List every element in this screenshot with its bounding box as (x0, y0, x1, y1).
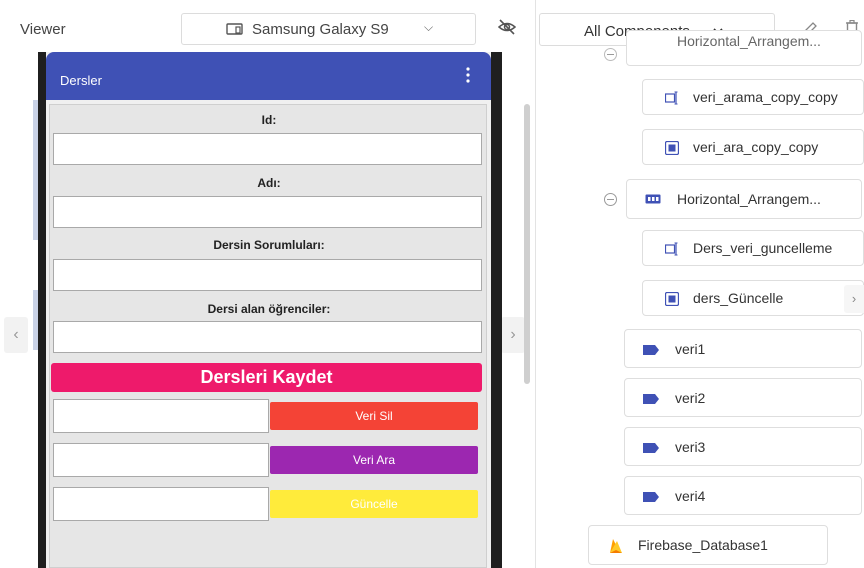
tree-item-label-component[interactable]: veri2 (624, 378, 862, 417)
tree-item-label: ders_Güncelle (693, 290, 784, 306)
tree-item-label: veri3 (675, 439, 706, 455)
responsible-input[interactable] (53, 259, 482, 291)
update-row: Güncelle (50, 485, 482, 523)
firebase-icon (610, 539, 622, 553)
name-input[interactable] (53, 196, 482, 228)
tree-item-label: Firebase_Database1 (638, 537, 768, 553)
button-icon (665, 141, 679, 155)
search-button[interactable]: Veri Ara (270, 446, 478, 474)
viewer-scrollbar[interactable] (524, 104, 530, 384)
collapse-icon[interactable] (604, 48, 617, 61)
tree-item-label: veri_ara_copy_copy (693, 139, 819, 155)
id-input[interactable] (53, 133, 482, 165)
tree-item-label-component[interactable]: veri3 (624, 427, 862, 466)
chevron-right-icon[interactable]: › (844, 285, 864, 313)
collapse-icon[interactable] (604, 193, 617, 206)
save-courses-button[interactable]: Dersleri Kaydet (51, 363, 482, 392)
tree-item-textbox[interactable]: veri_arama_copy_copy (642, 79, 864, 115)
screen-title: Dersler (60, 73, 102, 88)
label-icon (643, 443, 659, 453)
delete-row: Veri Sil (50, 397, 482, 435)
tree-item-label: Horizontal_Arrangem... (677, 191, 821, 207)
update-button[interactable]: Güncelle (270, 490, 478, 518)
label-icon (643, 345, 659, 355)
search-id-input[interactable] (53, 443, 269, 477)
device-name: Samsung Galaxy S9 (252, 21, 389, 38)
button-icon (665, 292, 679, 306)
name-label: Adı: (257, 176, 281, 190)
app-bar: Dersler (46, 52, 491, 100)
responsible-label: Dersin Sorumluları: (213, 238, 325, 252)
previous-screen-button[interactable]: ‹ (4, 317, 28, 353)
tree-item-label: Horizontal_Arrangem... (677, 33, 821, 49)
phone-screen: Dersler Id: Adı: Dersin Sorumluları: Der… (46, 52, 491, 568)
overflow-menu-icon[interactable] (466, 67, 470, 83)
tree-item-label: veri_arama_copy_copy (693, 89, 838, 105)
device-dropdown[interactable]: Samsung Galaxy S9 ⌵ (181, 13, 476, 45)
label-icon (643, 492, 659, 502)
search-row: Veri Ara (50, 441, 482, 479)
label-icon (643, 394, 659, 404)
tree-item-label-component[interactable]: veri4 (624, 476, 862, 515)
students-label: Dersi alan öğrenciler: (207, 302, 331, 316)
tree-item-horizontal-arrangement[interactable]: Horizontal_Arrangem... (626, 179, 862, 219)
tree-item-firebase[interactable]: Firebase_Database1 (588, 525, 828, 565)
delete-button[interactable]: Veri Sil (270, 402, 478, 430)
panel-divider (535, 0, 536, 568)
tree-item-label: Ders_veri_guncelleme (693, 240, 833, 256)
tree-item-horizontal-arrangement[interactable]: Horizontal_Arrangem... (626, 30, 862, 66)
chevron-down-icon: ⌵ (424, 20, 434, 34)
next-screen-button[interactable]: › (501, 317, 525, 353)
tree-item-label: veri4 (675, 488, 706, 504)
tree-item-button[interactable]: ders_Güncelle (642, 280, 864, 316)
viewer-title: Viewer (20, 21, 66, 38)
students-input[interactable] (53, 321, 482, 353)
update-id-input[interactable] (53, 487, 269, 521)
textbox-icon (665, 242, 678, 256)
horizontal-arrangement-icon (645, 194, 661, 204)
tree-item-label: veri1 (675, 341, 706, 357)
tree-item-button[interactable]: veri_ara_copy_copy (642, 129, 864, 165)
textbox-icon (665, 91, 678, 105)
tree-item-label-component[interactable]: veri1 (624, 329, 862, 368)
tablet-icon (226, 23, 243, 35)
id-label: Id: (261, 113, 277, 127)
tree-item-label: veri2 (675, 390, 706, 406)
tree-item-textbox[interactable]: Ders_veri_guncelleme (642, 230, 864, 266)
form-arrangement: Id: Adı: Dersin Sorumluları: Dersi alan … (49, 104, 487, 568)
eye-off-icon[interactable] (498, 19, 516, 35)
delete-id-input[interactable] (53, 399, 269, 433)
